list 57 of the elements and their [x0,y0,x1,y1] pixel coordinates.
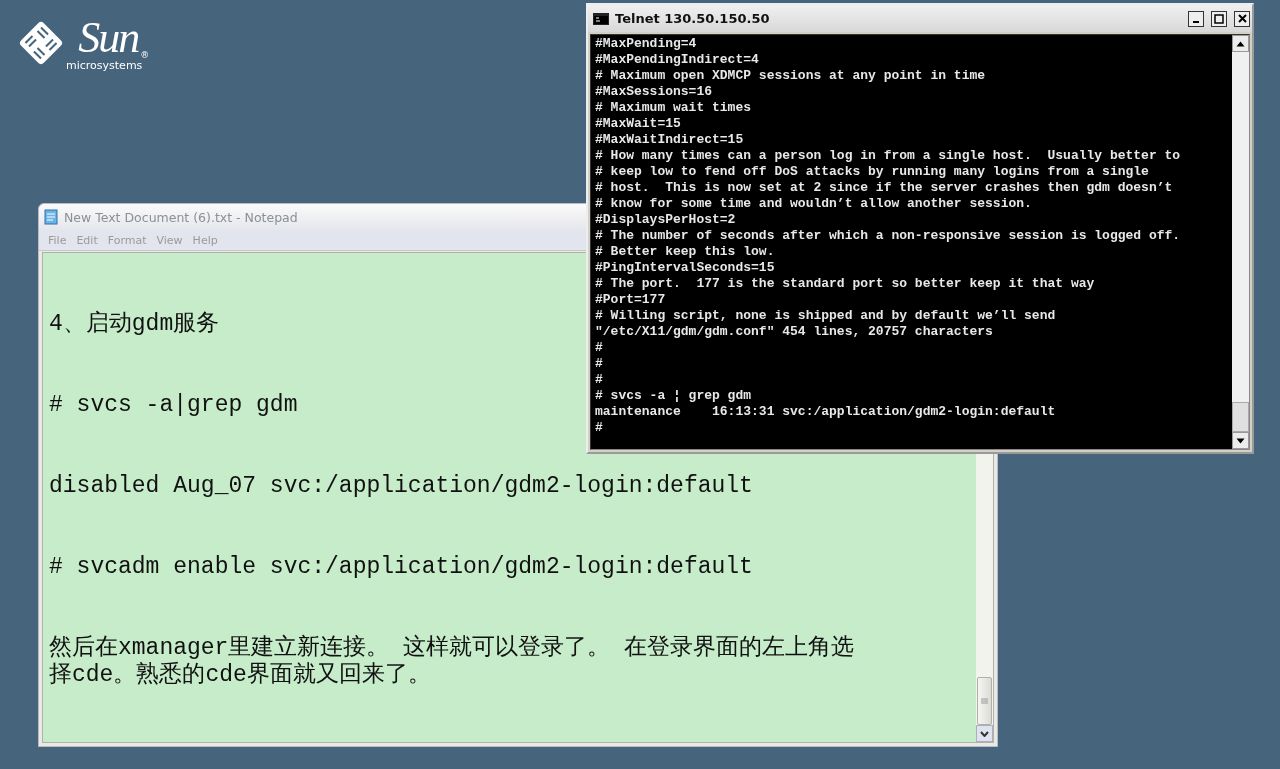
scrollbar-thumb[interactable] [977,677,992,725]
terminal-line: maintenance 16:13:31 svc:/application/gdm2-login:default [595,404,1057,420]
terminal-line: #PingIntervalSeconds=15 [595,260,776,276]
close-button[interactable] [1234,10,1250,27]
maximize-button[interactable] [1211,10,1227,27]
menu-item[interactable]: Format [102,233,152,247]
terminal-screen[interactable] [591,35,1232,449]
maximize-icon [1214,13,1224,24]
window-title: New Text Document (6).txt - Notepad [64,209,298,225]
terminal-line: #MaxWait=15 [595,116,682,132]
terminal-line: # How many times can a person log in from a single host. Usually better to [595,148,1182,164]
menu-item[interactable]: Help [187,233,223,247]
terminal-line: # Better keep this low. [595,244,776,260]
terminal-line: # Maximum wait times [595,100,753,116]
terminal-line: # host. This is now set at 2 since if the server crashes then gdm doesn’t [595,180,1174,196]
terminal-line: #MaxWaitIndirect=15 [595,132,745,148]
text-line: 4、启动gdm服务 [49,311,220,338]
scroll-down-button[interactable] [1232,432,1249,449]
terminal-line: # svcs -a ¦ grep gdm [595,388,753,404]
up-arrow-icon [1236,40,1245,47]
menu-item[interactable]: Edit [71,233,103,247]
terminal-line: "/etc/X11/gdm/gdm.conf" 454 lines, 20757 characters [595,324,994,340]
terminal-line: #Port=177 [595,292,667,308]
terminal-line: # [595,340,604,356]
menu-item[interactable]: View [151,233,188,247]
terminal-line: # Willing script, none is shipped and by default we’ll send [595,308,1057,324]
terminal-line: #DisplaysPerHost=2 [595,212,737,228]
terminal-line: #MaxPending=4 [595,36,698,52]
terminal-line: #MaxSessions=16 [595,84,714,100]
terminal-line: # [595,356,604,372]
terminal-line: # The number of seconds after which a non-responsive session is logged off. [595,228,1182,244]
text-line: # svcs -a|grep gdm [49,392,298,419]
menu-item[interactable]: File [43,233,72,247]
window-title: Telnet 130.50.150.50 [615,11,771,26]
text-line: 然后在xmanager里建立新连接。 这样就可以登录了。 在登录界面的左上角选 [49,635,855,661]
logo-wordmark: Sun [78,18,139,58]
terminal-line: # [595,420,604,436]
terminal-line: # Maximum open XDMCP sessions at any point in time [595,68,987,84]
terminal-line: # [595,372,604,388]
notepad-icon [44,209,59,225]
scroll-up-button[interactable] [1232,35,1249,52]
terminal-line: # The port. 177 is the standard port so better keep it that way [595,276,1096,292]
scrollbar-thumb[interactable] [1232,402,1249,432]
close-icon [1237,14,1247,23]
console-icon [593,12,609,25]
logo-tagline: microsystems [66,60,143,72]
down-arrow-icon [1236,437,1245,444]
terminal-line: # know for some time and wouldn’t allow another session. [595,196,1033,212]
terminal-line: #MaxPendingIndirect=4 [595,52,760,68]
registered-mark: ® [140,50,150,60]
text-line: # svcadm enable svc:/application/gdm2-login:default [49,554,753,581]
text-line: disabled Aug_07 svc:/application/gdm2-login:default [49,473,753,500]
scroll-down-button[interactable] [976,725,993,742]
minimize-icon [1192,20,1200,23]
terminal-line: # keep low to fend off DoS attacks by running many logins from a single [595,164,1150,180]
minimize-button[interactable] [1188,10,1204,27]
text-line: 择cde。熟悉的cde界面就又回来了。 [49,662,431,689]
